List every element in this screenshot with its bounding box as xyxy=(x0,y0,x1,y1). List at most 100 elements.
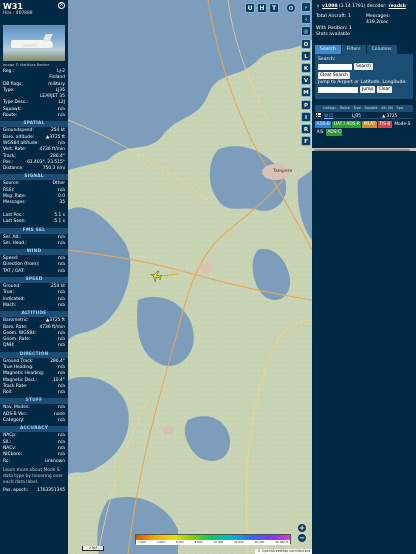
info-row-label: Reg.: xyxy=(3,69,15,74)
section-header: ALTITUDE xyxy=(0,311,68,318)
info-row-label: Roll: xyxy=(3,390,13,396)
info-row-value: n/a xyxy=(58,418,65,424)
altitude-labels: 2 000 4 000 6 000 8 000 10 000 20 000 30… xyxy=(136,540,290,545)
zoom-out-button[interactable]: − xyxy=(298,534,306,542)
alt-label: 6 000 xyxy=(175,540,184,544)
info-row-label: Messages: xyxy=(3,200,27,206)
alt-label: 30 000 xyxy=(254,540,265,544)
jump-clear-button[interactable]: Clear xyxy=(376,86,393,93)
city-label: Tampere xyxy=(272,168,293,174)
toolbar-button[interactable]: ◎ xyxy=(301,26,311,37)
search-input[interactable] xyxy=(318,63,352,70)
toolbar-button[interactable]: M xyxy=(301,87,311,98)
col-speed[interactable]: Spd. xyxy=(397,105,405,112)
info-row: Route: n/a xyxy=(0,113,68,119)
source-badge[interactable]: Mode-S xyxy=(392,121,412,128)
col-squawk[interactable]: Squawk xyxy=(364,105,377,112)
callsign-title: W31 xyxy=(3,2,23,11)
altitude-color-legend: 2 000 4 000 6 000 8 000 10 000 20 000 30… xyxy=(135,534,291,545)
mode-s-note: Learn more about Mode S data type by hov… xyxy=(3,467,63,486)
table-scrollbar[interactable] xyxy=(312,148,416,151)
map-button-t[interactable]: T xyxy=(269,3,279,13)
info-row: Sel. Head.: n/a xyxy=(0,241,68,247)
col-alt[interactable]: Alt. (ft) xyxy=(381,105,393,112)
info-row: Mach: n/a xyxy=(0,303,68,309)
search-button[interactable]: Search xyxy=(354,63,374,70)
map-view[interactable]: Tampere U H T ⚙ + − 2 000 4 000 6 000 8 … xyxy=(68,0,312,554)
collapse-arrow-icon[interactable]: › xyxy=(314,1,322,11)
source-badge[interactable]: ADS-B xyxy=(315,121,332,128)
settings-gear-icon[interactable]: ⚙ xyxy=(286,3,296,13)
scrollbar-thumb[interactable] xyxy=(314,148,410,151)
map-attribution[interactable]: © OpenStreetMap contributors xyxy=(255,549,312,554)
alt-label: 4 000 xyxy=(156,540,165,544)
stats-available[interactable]: Stats available xyxy=(316,32,412,38)
section-header: ACCURACY xyxy=(0,426,68,433)
info-row-label: TAT / OAT: xyxy=(3,268,25,274)
section-header: SPEED xyxy=(0,277,68,284)
source-badge[interactable]: MLAT xyxy=(362,121,377,128)
zoom-in-button[interactable]: + xyxy=(298,524,306,532)
info-row-label: Distance: xyxy=(3,166,24,172)
section-header: FMS SEL xyxy=(0,227,68,234)
source-badge[interactable]: TIS-B xyxy=(377,121,392,128)
alt-label: 10 000 xyxy=(213,540,224,544)
map-button-h[interactable]: H xyxy=(257,3,267,13)
info-row: QNH: n/a xyxy=(0,343,68,349)
table-row[interactable]: W31 LJ35 ▲ 3725 xyxy=(315,112,413,119)
jet-wing xyxy=(22,44,38,47)
col-callsign[interactable]: Callsign xyxy=(323,105,336,112)
info-row-label: Sel. Head.: xyxy=(3,240,27,246)
aircraft-photo[interactable] xyxy=(3,25,65,61)
toolbar-button[interactable]: ‹ xyxy=(301,14,311,25)
info-row-label: Mach: xyxy=(3,302,17,308)
toolbar-button[interactable]: › xyxy=(301,2,311,12)
map-button-u[interactable]: U xyxy=(245,3,255,13)
sidebar-tabs: Search Filters Columns xyxy=(315,45,413,54)
info-row: Distance: 750.3 nmi xyxy=(0,166,68,172)
info-row-label: Last Seen: xyxy=(3,219,26,225)
toolbar-button[interactable]: K xyxy=(301,62,311,73)
section-header: SPATIAL xyxy=(0,121,68,128)
col-type[interactable]: Type xyxy=(353,105,361,112)
info-row-label: QNH: xyxy=(3,343,15,349)
toolbar-button[interactable]: F xyxy=(301,136,311,147)
hex-code: Hex : 467888 xyxy=(3,11,33,16)
col-route[interactable]: Route xyxy=(340,105,350,112)
jump-input[interactable] xyxy=(318,86,358,93)
toolbar-button[interactable]: I xyxy=(301,111,311,122)
toolbar-button[interactable]: V xyxy=(301,75,311,86)
clear-search-button[interactable]: Clear Search xyxy=(318,72,350,79)
source-badge[interactable]: AIS xyxy=(315,129,325,136)
pos-epoch-label: Pos. epoch: xyxy=(3,488,29,494)
row-altitude: ▲ 3725 xyxy=(382,112,398,118)
info-row-label: Route: xyxy=(3,113,18,119)
row-callsign[interactable]: W31 xyxy=(324,113,352,118)
info-row-label: Rc: xyxy=(3,458,10,464)
tab-search[interactable]: Search xyxy=(315,45,341,54)
table-header: Callsign Route Type Squawk Alt. (ft) Spd… xyxy=(315,105,413,112)
map-canvas: Tampere xyxy=(68,0,312,554)
source-badge[interactable]: ADS-C xyxy=(325,129,343,136)
jump-button[interactable]: Jump xyxy=(360,86,376,93)
info-row-value: 35 xyxy=(59,200,65,206)
toolbar-button[interactable]: O xyxy=(301,38,311,49)
info-row-value: n/a xyxy=(58,113,65,119)
finland-flag-icon xyxy=(316,113,321,117)
toolbar-button[interactable]: P xyxy=(301,99,311,110)
aircraft-table: Callsign Route Type Squawk Alt. (ft) Spd… xyxy=(315,105,413,119)
sidebar-header: › v1098 (3.14.1791) decoder: readsb xyxy=(312,0,416,12)
toolbar-button[interactable]: R xyxy=(301,123,311,134)
toolbar-button[interactable]: L xyxy=(301,50,311,61)
close-icon[interactable]: × xyxy=(58,2,65,9)
info-row-label: Type: xyxy=(3,87,15,93)
info-row-value: n/a xyxy=(58,240,65,246)
source-badge[interactable]: UAT / ADS-R xyxy=(332,121,362,128)
tab-filters[interactable]: Filters xyxy=(341,45,366,54)
alt-label: 20 000 xyxy=(234,540,244,544)
decoder-link[interactable]: readsb xyxy=(389,4,406,9)
tab-columns[interactable]: Columns xyxy=(366,45,397,54)
aircraft-icon[interactable] xyxy=(150,270,162,282)
version-link[interactable]: v1098 xyxy=(322,4,337,9)
pos-epoch-row: Pos. epoch: 1763351345 xyxy=(0,488,68,494)
